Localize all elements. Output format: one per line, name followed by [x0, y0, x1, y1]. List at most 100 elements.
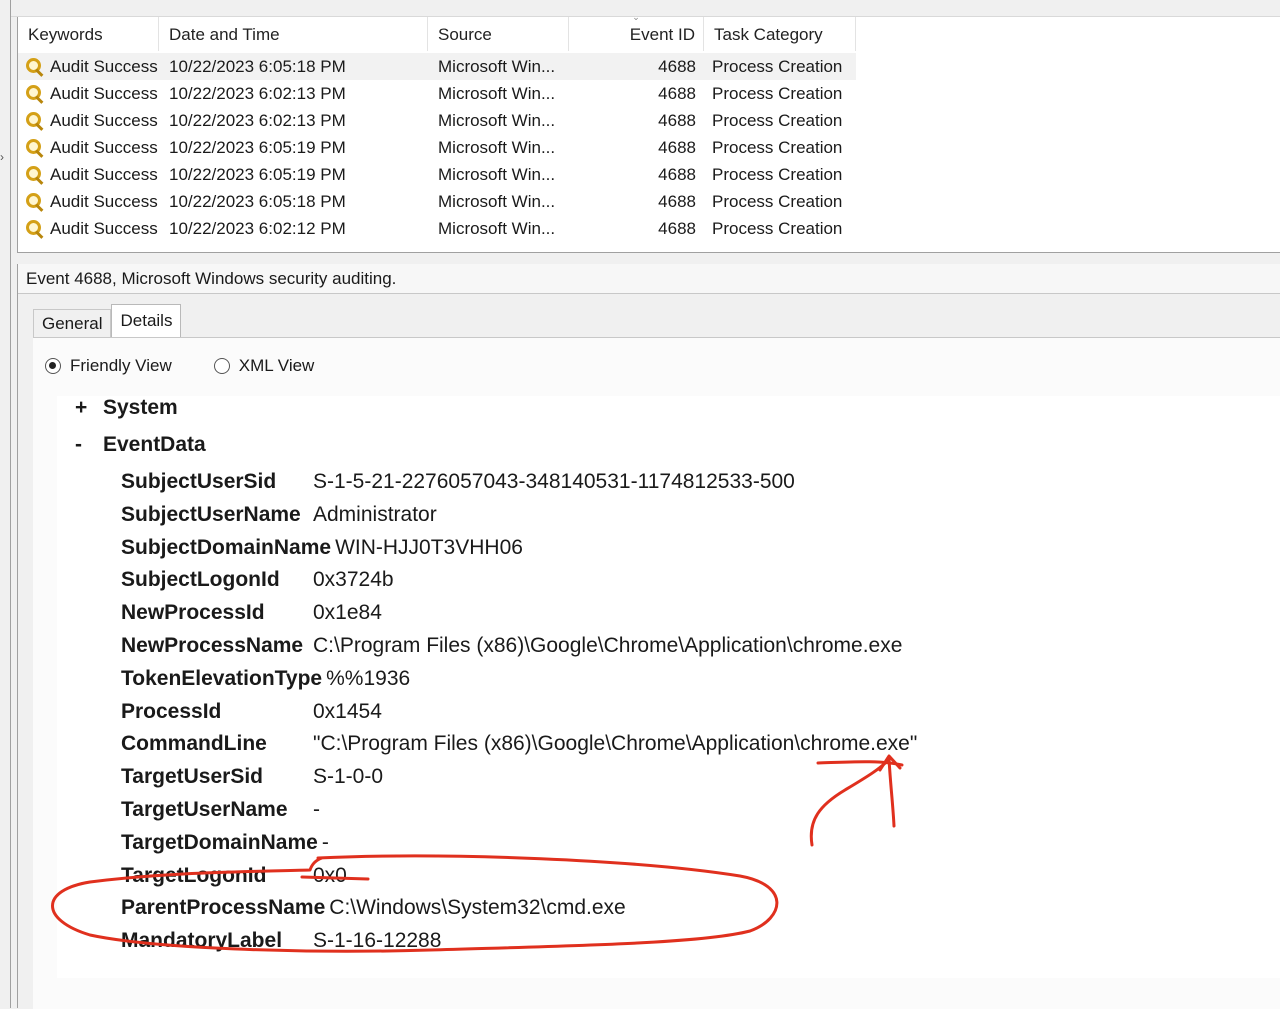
- tab-general[interactable]: General: [33, 309, 112, 338]
- grid-header: Keywords Date and Time Source ⌄ Event ID…: [18, 17, 856, 51]
- column-header-task-category[interactable]: Task Category: [704, 17, 856, 51]
- field-value: C:\Windows\System32\cmd.exe: [329, 896, 626, 920]
- cell-date-time: 10/22/2023 6:05:18 PM: [169, 57, 346, 76]
- field-name: SubjectLogonId: [121, 568, 280, 592]
- friendly-view-radio[interactable]: Friendly View: [45, 356, 172, 376]
- key-icon: [24, 137, 46, 159]
- eventdata-node[interactable]: - EventData: [75, 433, 206, 457]
- details-tabs: General Details: [33, 304, 182, 338]
- friendly-view-content: + System - EventData SubjectUserSid S-1-5…: [57, 396, 1280, 978]
- field-name: CommandLine: [121, 732, 267, 756]
- cell-event-id: 4688: [658, 219, 696, 238]
- cell-date-time: 10/22/2023 6:02:12 PM: [169, 219, 346, 238]
- field-name: MandatoryLabel: [121, 929, 283, 953]
- key-icon: [24, 164, 46, 186]
- field-name: NewProcessId: [121, 601, 265, 625]
- xml-view-radio[interactable]: XML View: [213, 356, 315, 376]
- cell-source: Microsoft Win...: [438, 192, 556, 211]
- column-header-event-id[interactable]: ⌄ Event ID: [569, 17, 704, 51]
- column-header-date-time[interactable]: Date and Time: [159, 17, 428, 51]
- eventdata-field: SubjectLogonId 0x3724b: [121, 564, 917, 597]
- key-icon: [24, 218, 46, 240]
- field-value: -: [313, 797, 320, 821]
- cell-keywords: Audit Success: [18, 107, 159, 134]
- table-row[interactable]: Audit Success 10/22/2023 6:02:12 PM Micros…: [18, 215, 856, 242]
- cell-task-category: Process Creation: [712, 192, 843, 211]
- eventdata-field: TargetUserName -: [121, 794, 917, 827]
- table-row[interactable]: Audit Success 10/22/2023 6:05:19 PM Micros…: [18, 161, 856, 188]
- cell-keywords-text: Audit Success: [50, 165, 158, 184]
- cell-source: Microsoft Win...: [438, 219, 556, 238]
- system-node-label: System: [103, 396, 178, 419]
- cell-keywords: Audit Success: [18, 53, 159, 80]
- eventdata-field: TargetLogonId 0x0: [121, 860, 917, 893]
- chevron-right-icon: ›: [0, 150, 4, 164]
- field-value: "C:\Program Files (x86)\Google\Chrome\Ap…: [313, 732, 918, 756]
- column-header-keywords[interactable]: Keywords: [18, 17, 159, 51]
- field-value: S-1-16-12288: [313, 929, 442, 953]
- field-name: NewProcessName: [121, 633, 304, 657]
- cell-date-time: 10/22/2023 6:02:13 PM: [169, 111, 346, 130]
- field-value: C:\Program Files (x86)\Google\Chrome\App…: [313, 633, 903, 657]
- eventdata-field: TargetUserSid S-1-0-0: [121, 761, 917, 794]
- eventdata-field: ProcessId 0x1454: [121, 696, 917, 729]
- expand-icon[interactable]: +: [75, 396, 103, 420]
- table-row[interactable]: Audit Success 10/22/2023 6:05:19 PM Micros…: [18, 134, 856, 161]
- cell-source: Microsoft Win...: [438, 111, 556, 130]
- cell-keywords-text: Audit Success: [50, 111, 158, 130]
- cell-keywords: Audit Success: [18, 188, 159, 215]
- cell-event-id: 4688: [658, 138, 696, 157]
- grid-rows: Audit Success 10/22/2023 6:05:18 PM Micros…: [18, 53, 856, 242]
- system-node[interactable]: + System: [75, 396, 178, 420]
- eventdata-field: SubjectUserSid S-1-5-21-2276057043-348140…: [121, 466, 917, 499]
- radio-unselected-icon: [213, 358, 230, 374]
- cell-task-category: Process Creation: [712, 219, 843, 238]
- xml-view-label: XML View: [238, 356, 315, 375]
- field-value: Administrator: [313, 502, 437, 526]
- field-value: 0x1454: [313, 699, 382, 723]
- cell-event-id: 4688: [658, 84, 696, 103]
- cell-date-time: 10/22/2023 6:05:19 PM: [169, 138, 346, 157]
- event-list-grid[interactable]: Keywords Date and Time Source ⌄ Event ID…: [17, 17, 1280, 252]
- view-mode-options: Friendly View XML View: [45, 356, 356, 376]
- collapse-icon[interactable]: -: [75, 433, 103, 457]
- field-name: ParentProcessName: [121, 896, 326, 920]
- cell-task-category: Process Creation: [712, 165, 843, 184]
- field-name: ProcessId: [121, 699, 222, 723]
- friendly-view-label: Friendly View: [70, 356, 172, 375]
- table-row[interactable]: Audit Success 10/22/2023 6:05:18 PM Micros…: [18, 53, 856, 80]
- top-strip: [0, 0, 1280, 17]
- cell-source: Microsoft Win...: [438, 84, 556, 103]
- cell-keywords-text: Audit Success: [50, 219, 158, 238]
- cell-date-time: 10/22/2023 6:02:13 PM: [169, 84, 346, 103]
- key-icon: [24, 56, 46, 78]
- left-panel-edge: ›: [0, 0, 11, 1008]
- field-value: S-1-5-21-2276057043-348140531-1174812533…: [313, 470, 795, 493]
- field-value: 0x0: [313, 863, 347, 887]
- table-row[interactable]: Audit Success 10/22/2023 6:02:13 PM Micros…: [18, 80, 856, 107]
- cell-task-category: Process Creation: [712, 111, 843, 130]
- cell-task-category: Process Creation: [712, 138, 843, 157]
- field-value: S-1-0-0: [313, 765, 384, 789]
- field-name: SubjectDomainName: [121, 535, 332, 559]
- event-details-pane: Event 4688, Microsoft Windows security a…: [17, 264, 1280, 1009]
- eventdata-field: SubjectUserName Administrator: [121, 499, 917, 532]
- cell-task-category: Process Creation: [712, 57, 843, 76]
- table-row[interactable]: Audit Success 10/22/2023 6:02:13 PM Micros…: [18, 107, 856, 134]
- field-value: WIN-HJJ0T3VHH06: [335, 535, 523, 559]
- eventdata-fields: SubjectUserSid S-1-5-21-2276057043-348140…: [121, 466, 917, 958]
- cell-keywords-text: Audit Success: [50, 57, 158, 76]
- cell-keywords: Audit Success: [18, 215, 159, 242]
- field-value: 0x3724b: [313, 568, 394, 592]
- cell-event-id: 4688: [658, 192, 696, 211]
- cell-event-id: 4688: [658, 111, 696, 130]
- eventdata-node-label: EventData: [103, 433, 206, 456]
- cell-date-time: 10/22/2023 6:05:18 PM: [169, 192, 346, 211]
- cell-source: Microsoft Win...: [438, 165, 556, 184]
- cell-task-category: Process Creation: [712, 84, 843, 103]
- tab-details[interactable]: Details: [111, 304, 182, 338]
- column-header-source[interactable]: Source: [428, 17, 569, 51]
- field-name: TargetUserName: [121, 797, 288, 821]
- table-row[interactable]: Audit Success 10/22/2023 6:05:18 PM Micros…: [18, 188, 856, 215]
- field-value: -: [321, 830, 329, 854]
